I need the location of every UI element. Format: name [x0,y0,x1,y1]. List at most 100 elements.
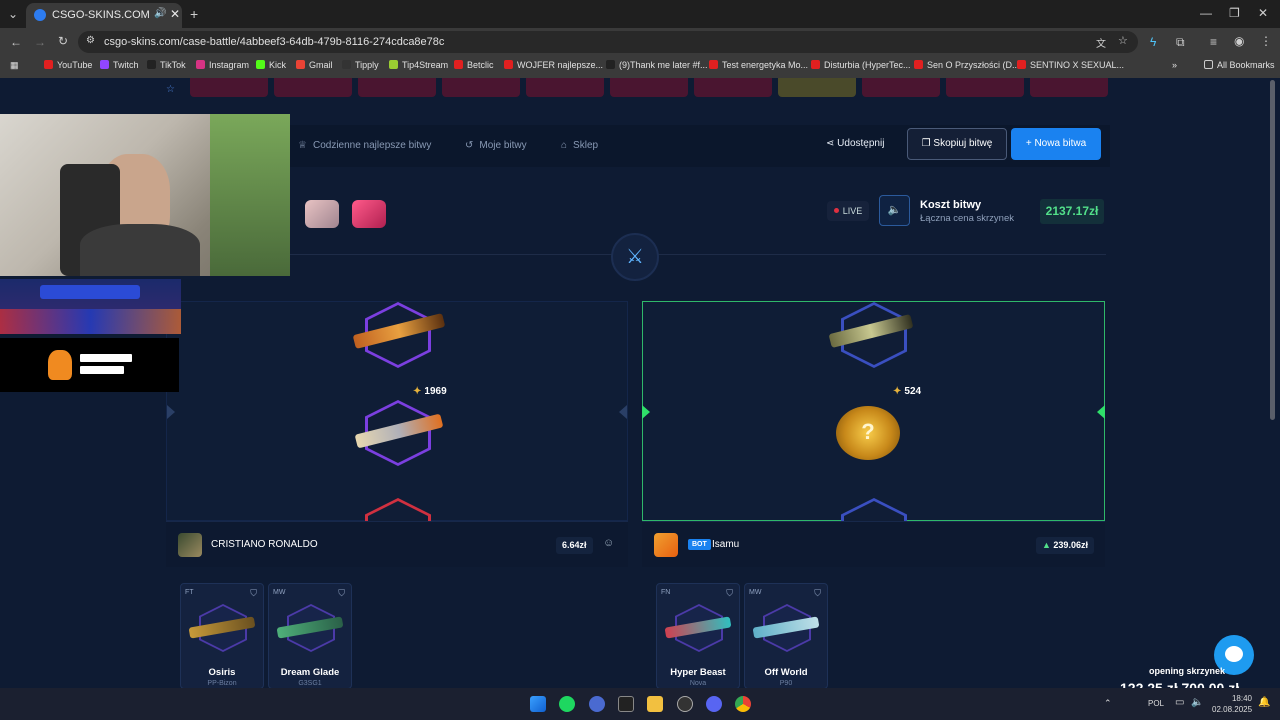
minimize-icon[interactable]: — [1200,6,1212,20]
emote-icon[interactable]: ☺ [603,537,614,549]
profile-icon[interactable]: ◉ [1234,34,1244,48]
network-icon[interactable]: ▭ [1175,697,1184,708]
case-icon[interactable] [305,200,339,228]
bookmark-youtube[interactable]: YouTube [44,60,92,70]
won-item-card[interactable]: MW ⛉ Dream Glade G3SG1 [268,583,352,688]
tab-search-icon[interactable]: ⌄ [8,7,18,21]
close-window-icon[interactable]: ✕ [1258,6,1268,20]
maximize-icon[interactable]: ❐ [1229,6,1240,20]
kick-icon [256,60,265,69]
drop-card[interactable] [778,78,856,97]
language-indicator[interactable]: POL [1148,699,1164,708]
browser-tab[interactable]: CSGO-SKINS.COM - Najlep 🔊 ✕ [26,3,182,28]
all-bookmarks[interactable]: All Bookmarks [1204,60,1275,70]
bookmarks-overflow-icon[interactable]: » [1172,60,1177,70]
bookmark-disturbia[interactable]: Disturbia (HyperTec... [811,60,911,70]
apps-icon[interactable]: ▦ [10,60,19,71]
back-icon[interactable]: ← [10,35,22,49]
bookmark-kick[interactable]: Kick [256,60,286,70]
crossed-swords-icon: ⚔ [611,233,659,281]
shield-icon[interactable]: ⛉ [726,588,733,599]
daily-battles-link[interactable]: ♕ Codzienne najlepsze bitwy [298,140,431,151]
new-battle-button[interactable]: + Nowa bitwa [1011,128,1101,160]
won-item-card[interactable]: FN ⛉ Hyper Beast Nova [656,583,740,688]
item-weapon: G3SG1 [298,680,322,687]
forward-icon[interactable]: → [34,35,46,49]
item-weapon: P90 [779,680,793,687]
bookmark-test-energetyka[interactable]: Test energetyka Mo... [709,60,808,70]
shield-icon[interactable]: ⛉ [250,588,257,599]
youtube-icon [914,60,923,69]
drop-card[interactable] [442,78,520,97]
drop-card[interactable] [526,78,604,97]
star-icon[interactable]: ☆ [166,84,175,95]
discord-icon[interactable] [706,696,722,712]
chrome-icon[interactable] [735,696,751,712]
champions-league-banner [0,279,181,334]
bookmark-tip4stream[interactable]: Tip4Stream [389,60,448,70]
volume-icon[interactable]: 🔈 [1191,697,1203,708]
bookmark-sentino[interactable]: SENTINO X SEXUAL... [1017,60,1124,70]
bookmark-betclic[interactable]: Betclic [454,60,494,70]
clock[interactable]: 18:40 02.08.2025 [1212,693,1252,715]
bookmark-wojfer[interactable]: WOJFER najlepsze... [504,60,603,70]
round-value-left: ✦ 1969 [413,386,447,397]
avatar[interactable] [654,533,678,557]
reload-icon[interactable]: ↻ [58,34,68,48]
leading-arrow-icon: ▲ [1042,540,1054,550]
tray-overflow-icon[interactable]: ⌃ [1104,698,1112,709]
drop-card[interactable] [190,78,268,97]
notification-bell-icon[interactable]: 🔔 [1258,697,1270,708]
player-bar-right: BOT Isamu ▲ 239.06zł [642,521,1105,567]
tab-audio-icon[interactable]: 🔊 [154,8,166,19]
url-field[interactable]: ⚙ csgo-skins.com/case-battle/4abbeef3-64… [78,31,1138,53]
share-button[interactable]: ⋖ Udostępnij [826,138,884,149]
betclic-icon [454,60,463,69]
banner-art [0,309,181,334]
avatar[interactable] [178,533,202,557]
bookmark-instagram[interactable]: Instagram [196,60,249,70]
sound-toggle-button[interactable]: 🔈 [879,195,910,226]
battle-cost-value: 2137.17zł [1040,199,1104,224]
spotify-icon[interactable] [559,696,575,712]
scrollbar[interactable] [1270,80,1275,420]
site-info-icon[interactable]: ⚙ [86,35,95,46]
bookmark-gmail[interactable]: Gmail [296,60,333,70]
drop-card[interactable] [358,78,436,97]
windows-start-icon[interactable] [530,696,546,712]
media-icon[interactable]: ≡ [1210,35,1217,49]
translate-icon[interactable]: 文 [1096,35,1106,50]
copy-battle-button[interactable]: ❐ Skopiuj bitwę [907,128,1007,160]
bookmark-tipply[interactable]: Tipply [342,60,379,70]
trophy-icon: ♕ [298,140,307,151]
bookmark-sen-o-przyszlosci[interactable]: Sen O Przyszłości (D... [914,60,1020,70]
drop-card[interactable] [610,78,688,97]
app-icon[interactable] [677,696,693,712]
tab-title: CSGO-SKINS.COM - Najlep [52,9,152,21]
bookmark-twitch[interactable]: Twitch [100,60,139,70]
new-tab-icon[interactable]: + [190,6,198,22]
tab-close-icon[interactable]: ✕ [170,7,180,21]
bookmark-thank-me-later[interactable]: (9)Thank me later #f... [606,60,708,70]
drop-card[interactable] [862,78,940,97]
menu-icon[interactable]: ⋮ [1260,34,1272,48]
shield-icon[interactable]: ⛉ [814,588,821,599]
bookmark-tiktok[interactable]: TikTok [147,60,186,70]
my-battles-link[interactable]: ↺ Moje bitwy [465,140,527,151]
won-item-card[interactable]: FT ⛉ Osiris PP-Bizon [180,583,264,688]
app-icon[interactable] [589,696,605,712]
drop-card[interactable] [1030,78,1108,97]
bookmark-star-icon[interactable]: ☆ [1118,34,1128,47]
shop-link[interactable]: ⌂ Sklep [561,140,598,151]
drop-card[interactable] [274,78,352,97]
extensions-puzzle-icon[interactable]: ⧉ [1176,35,1185,50]
drop-card[interactable] [946,78,1024,97]
file-explorer-icon[interactable] [647,696,663,712]
pirate-swap-logo [0,338,179,392]
epic-games-icon[interactable] [618,696,634,712]
extension-icon[interactable]: ϟ [1150,35,1156,49]
shield-icon[interactable]: ⛉ [338,588,345,599]
drop-card[interactable] [694,78,772,97]
won-item-card[interactable]: MW ⛉ Off World P90 [744,583,828,688]
case-icon[interactable] [352,200,386,228]
